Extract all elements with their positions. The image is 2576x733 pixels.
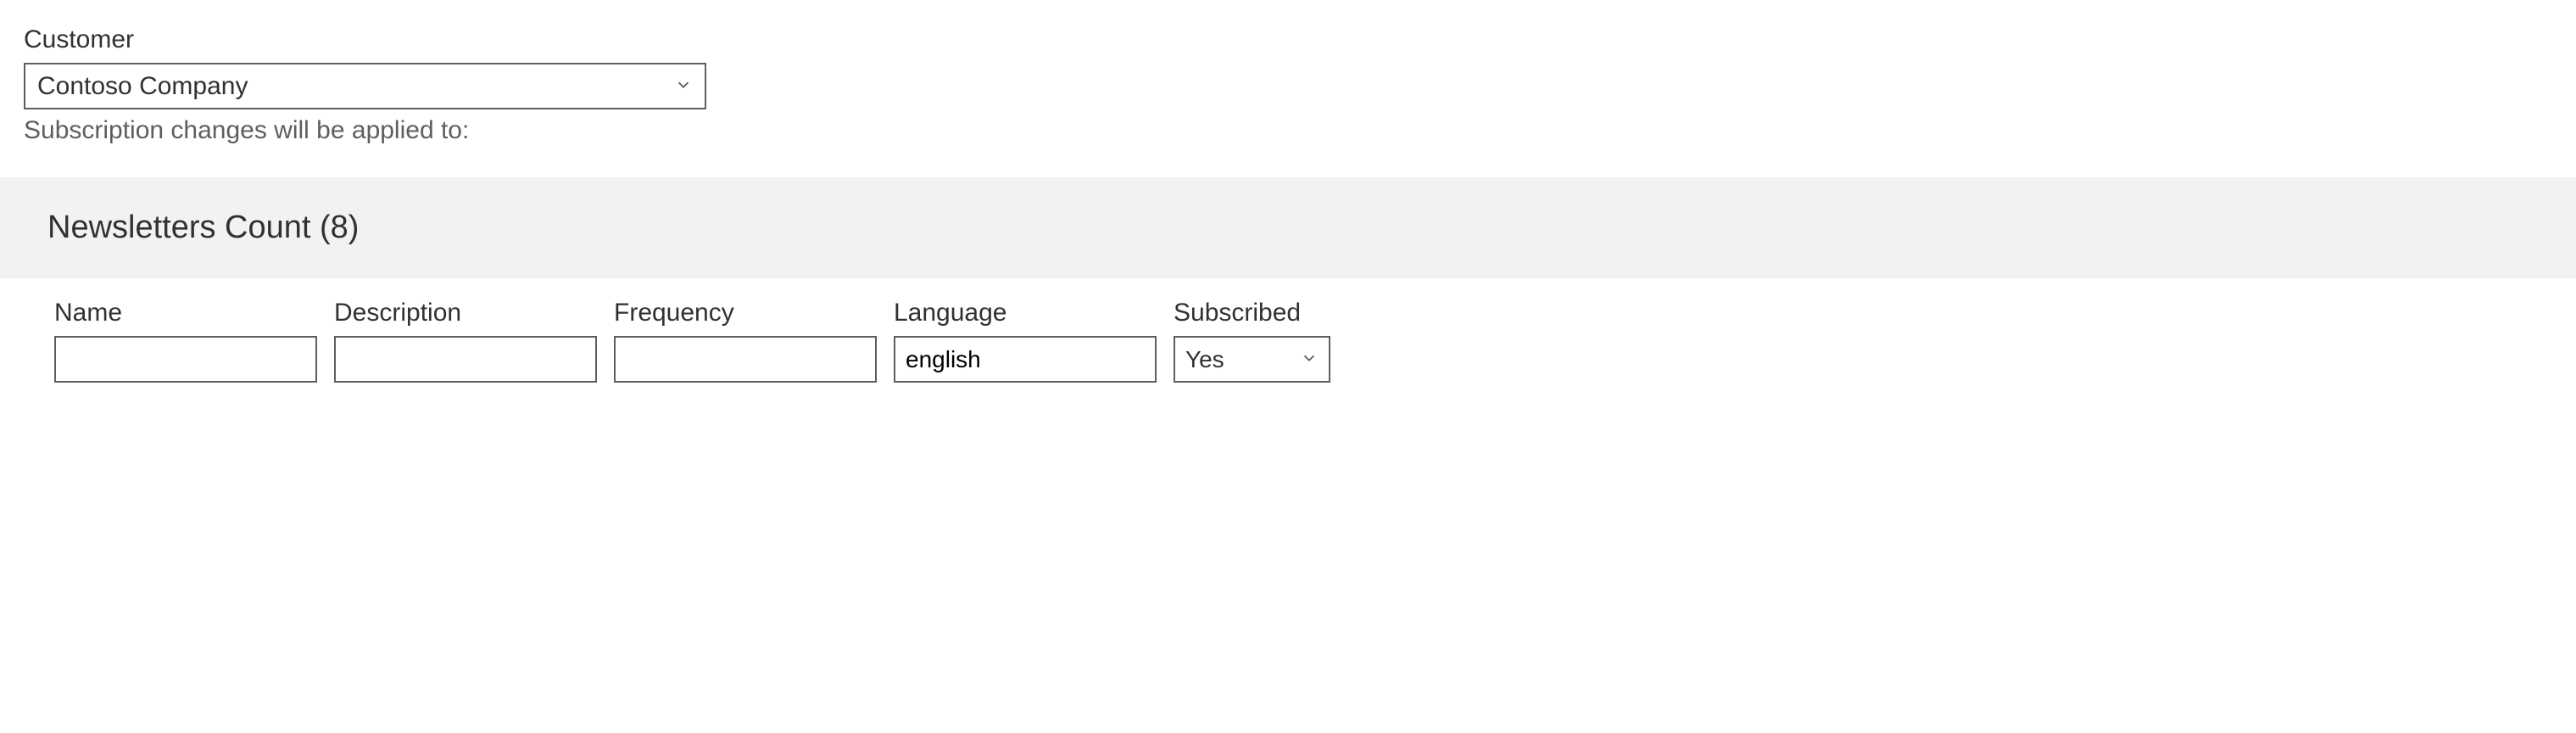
customer-label: Customer bbox=[24, 25, 2552, 54]
frequency-input[interactable] bbox=[614, 336, 877, 383]
subscribed-label: Subscribed bbox=[1174, 299, 1330, 327]
filter-col-description: Description bbox=[334, 299, 597, 383]
name-label: Name bbox=[54, 299, 317, 327]
subscribed-dropdown[interactable]: Yes bbox=[1174, 336, 1330, 383]
frequency-label: Frequency bbox=[614, 299, 877, 327]
section-title: Newsletters Count (8) bbox=[24, 210, 2552, 246]
customer-dropdown[interactable]: Contoso Company bbox=[24, 63, 706, 109]
description-input[interactable] bbox=[334, 336, 597, 383]
name-input[interactable] bbox=[54, 336, 317, 383]
filter-col-name: Name bbox=[54, 299, 317, 383]
language-input[interactable] bbox=[894, 336, 1157, 383]
description-label: Description bbox=[334, 299, 597, 327]
chevron-down-icon bbox=[1300, 346, 1319, 373]
language-label: Language bbox=[894, 299, 1157, 327]
filter-col-subscribed: Subscribed Yes bbox=[1174, 299, 1330, 383]
filter-col-language: Language bbox=[894, 299, 1157, 383]
chevron-down-icon bbox=[674, 73, 693, 100]
subscribed-dropdown-value: Yes bbox=[1185, 346, 1300, 373]
section-header: Newsletters Count (8) bbox=[0, 177, 2576, 278]
filter-col-frequency: Frequency bbox=[614, 299, 877, 383]
customer-help-text: Subscription changes will be applied to: bbox=[24, 116, 2552, 145]
customer-dropdown-value: Contoso Company bbox=[37, 72, 674, 101]
filter-row: Name Description Frequency Language Subs… bbox=[24, 278, 2552, 383]
